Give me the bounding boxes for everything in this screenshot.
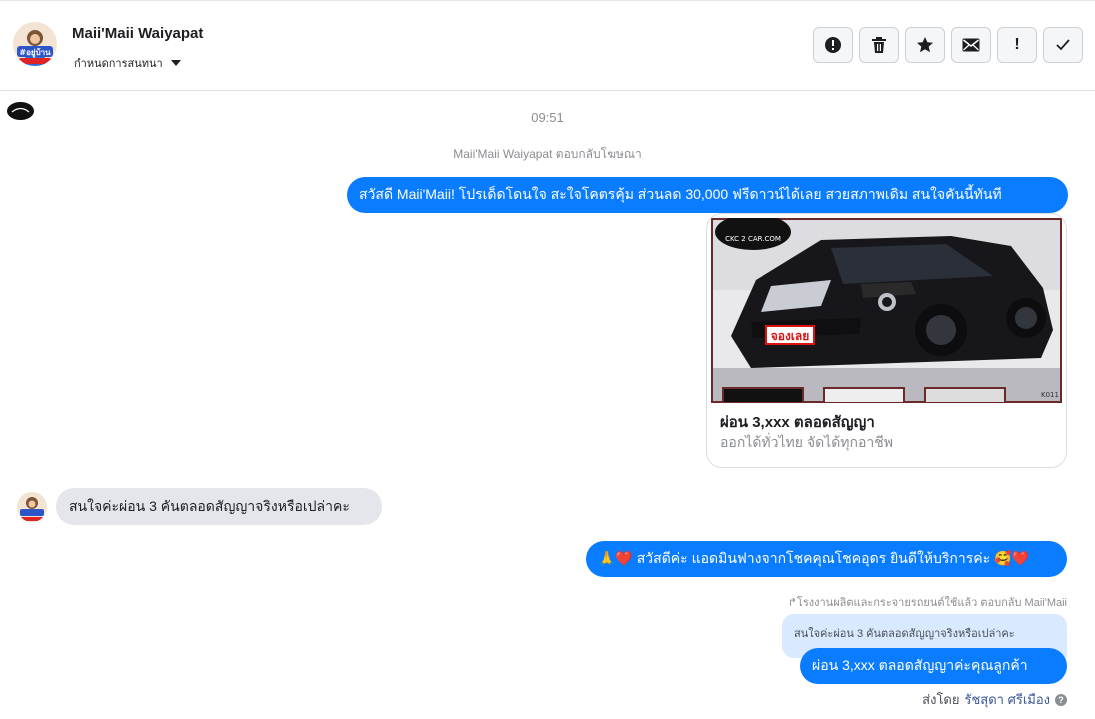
ad-card-title: ผ่อน 3,xxx ตลอดสัญญา (720, 414, 875, 431)
customer-avatar[interactable] (17, 492, 47, 522)
caret-down-icon (170, 60, 181, 66)
alert-circle-icon (825, 37, 841, 53)
spam-button[interactable]: ! (997, 27, 1037, 63)
sent-by-line: ส่งโดย รัชสุดา ศรีเมือง ? (922, 689, 1067, 710)
report-button[interactable] (813, 27, 853, 63)
incoming-message[interactable]: สนใจค่ะผ่อน 3 คันตลอดสัญญาจริงหรือเปล่าค… (56, 488, 382, 525)
ad-card[interactable]: จองเลย CKC 2 CAR.COM K011 ผ่อน 3,xxx ตลอ… (706, 213, 1067, 468)
outgoing-message[interactable]: 🙏❤️ สวัสดีค่ะ แอดมินฟางจากโชคคุณโชคอุดร … (586, 541, 1067, 577)
sender-name-link[interactable]: รัชสุดา ศรีเมือง (965, 689, 1051, 710)
trash-icon (872, 37, 886, 53)
avatar-logo-text: #อยู่บ้าน (19, 47, 51, 58)
reserve-badge-text: จองเลย (771, 329, 810, 343)
message-timestamp: 09:51 (531, 110, 564, 125)
contact-name[interactable]: Maii'Maii Waiyapat (72, 25, 203, 42)
reply-attribution: ↱โรงงานผลิตและกระจายรถยนต์ใช้แล้ว ตอบกลั… (787, 597, 1067, 609)
outgoing-message[interactable]: สวัสดี Maii'Maii! โปรเด็ดโดนใจ สะใจโคตรค… (347, 177, 1068, 213)
star-button[interactable] (905, 27, 945, 63)
mark-unread-button[interactable] (951, 27, 991, 63)
ad-reply-notice: Maii'Maii Waiyapat ตอบกลับโฆษณา (453, 147, 642, 161)
conversation-settings-dropdown[interactable]: กำหนดการสนทนา (74, 54, 181, 72)
envelope-icon (962, 38, 980, 52)
car-ad-image: จองเลย CKC 2 CAR.COM K011 (711, 218, 1062, 403)
ad-card-subtitle: ออกได้ทั่วไทย จัดได้ทุกอาชีพ (720, 434, 894, 450)
conversation-header: #อยู่บ้าน Maii'Maii Waiyapat กำหนดการสนท… (0, 1, 1095, 91)
star-icon (917, 37, 933, 53)
sent-by-prefix: ส่งโดย (922, 692, 960, 707)
avatar-image: #อยู่บ้าน (13, 22, 57, 66)
avatar[interactable]: #อยู่บ้าน (13, 22, 57, 66)
customer-avatar-image (17, 492, 47, 522)
plate-code-text: K011 (1041, 391, 1059, 399)
help-icon[interactable]: ? (1055, 693, 1067, 706)
conversation-settings-label: กำหนดการสนทนา (74, 58, 163, 70)
delete-button[interactable] (859, 27, 899, 63)
mark-done-button[interactable] (1043, 27, 1083, 63)
outgoing-message[interactable]: ผ่อน 3,xxx ตลอดสัญญาค่ะคุณลูกค้า (800, 648, 1067, 684)
exclamation-icon: ! (1014, 36, 1020, 53)
dealer-logo-text: CKC 2 CAR.COM (725, 235, 781, 243)
header-actions: ! (813, 27, 1083, 63)
check-icon (1056, 39, 1070, 51)
